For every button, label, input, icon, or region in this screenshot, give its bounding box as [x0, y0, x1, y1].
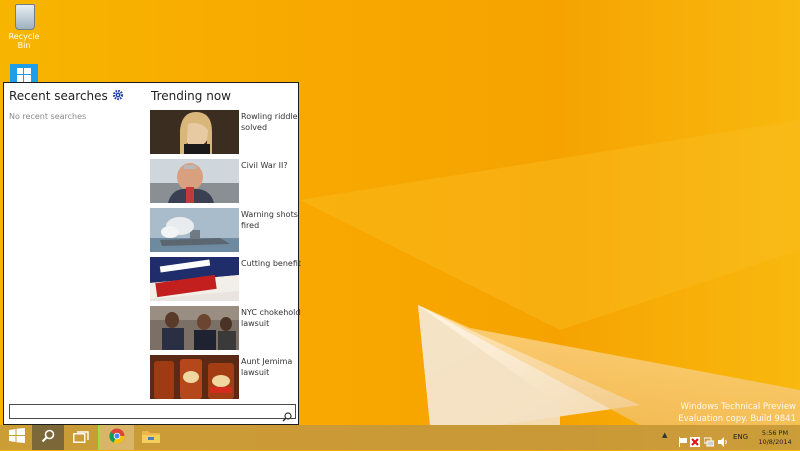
taskbar-search-button[interactable]	[32, 425, 64, 450]
volume-icon[interactable]	[718, 432, 728, 447]
input-language-indicator[interactable]: ENG	[733, 433, 748, 441]
start-button[interactable]	[2, 425, 32, 450]
watermark-line-2: Evaluation copy. Build 9841	[678, 414, 796, 424]
watermark-line-1: Windows Technical Preview	[680, 402, 796, 412]
recent-searches-header: Recent searches	[9, 89, 124, 103]
recycle-bin[interactable]: Recycle Bin	[4, 4, 44, 50]
clock-time: 5:56 PM	[761, 429, 789, 437]
chrome-taskbar-button[interactable]	[98, 425, 134, 450]
show-hidden-icons-chevron-icon[interactable]: ▲	[662, 431, 672, 441]
search-icon	[41, 428, 55, 447]
windows-logo-icon	[9, 428, 25, 447]
no-recent-searches-text: No recent searches	[9, 112, 87, 121]
trending-item-label: NYC chokehold lawsuit	[241, 308, 301, 328]
trending-thumbnail-image	[150, 208, 239, 252]
search-panel: Recent searches No recent searches Trend…	[3, 82, 302, 425]
action-center-flag-icon[interactable]	[678, 432, 688, 447]
trending-thumbnail-image	[150, 355, 239, 399]
chrome-icon	[109, 428, 125, 448]
trending-thumbnail-image	[150, 110, 239, 154]
trending-thumbnail-image	[150, 257, 239, 301]
trending-item-label: Rowling riddle solved	[241, 112, 298, 132]
recycle-bin-label: Recycle Bin	[8, 32, 40, 50]
trending-item-label: Aunt Jemima lawsuit	[241, 357, 293, 377]
warning-icon[interactable]	[690, 432, 700, 447]
trending-item-label: Cutting benefit	[241, 259, 302, 268]
file-explorer-icon	[142, 428, 160, 447]
search-input[interactable]	[9, 404, 296, 422]
task-view-button[interactable]	[66, 425, 96, 450]
trending-item-label: Warning shots fired	[241, 210, 298, 230]
clock-date: 10/8/2014	[758, 438, 792, 446]
taskbar: ▲ ENG 5:56 PM 10/8/2014	[0, 425, 800, 450]
search-icon[interactable]	[282, 407, 292, 422]
file-explorer-button[interactable]	[136, 425, 166, 450]
gear-icon[interactable]	[112, 89, 124, 101]
evaluation-watermark: Windows Technical Preview Evaluation cop…	[678, 401, 796, 425]
task-view-icon	[73, 428, 89, 447]
trending-item-label: Civil War II?	[241, 161, 288, 170]
network-icon[interactable]	[703, 432, 715, 447]
recent-searches-title: Recent searches	[9, 89, 108, 103]
recycle-bin-icon	[15, 4, 35, 30]
trending-thumbnail-image	[150, 159, 239, 203]
trending-now-title: Trending now	[151, 89, 231, 103]
clock[interactable]: 5:56 PM 10/8/2014	[755, 429, 795, 447]
trending-thumbnail-image	[150, 306, 239, 350]
